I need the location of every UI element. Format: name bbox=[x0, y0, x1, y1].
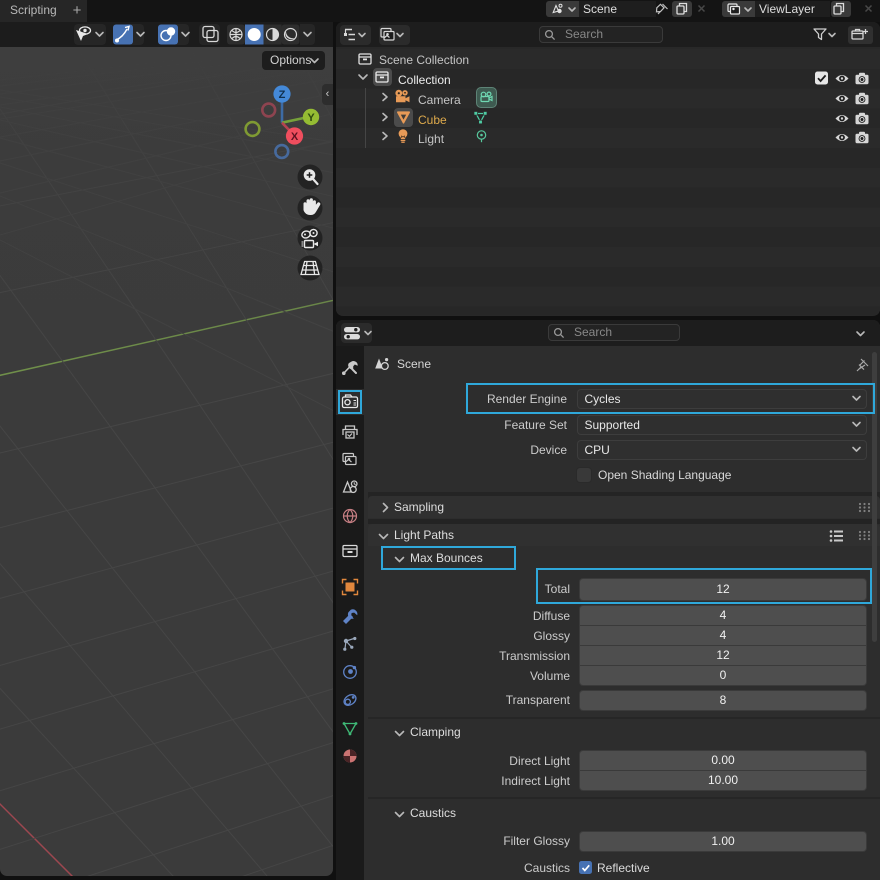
svg-text:Y: Y bbox=[307, 112, 315, 124]
svg-text:Z: Z bbox=[279, 89, 286, 101]
svg-text:X: X bbox=[291, 131, 299, 143]
